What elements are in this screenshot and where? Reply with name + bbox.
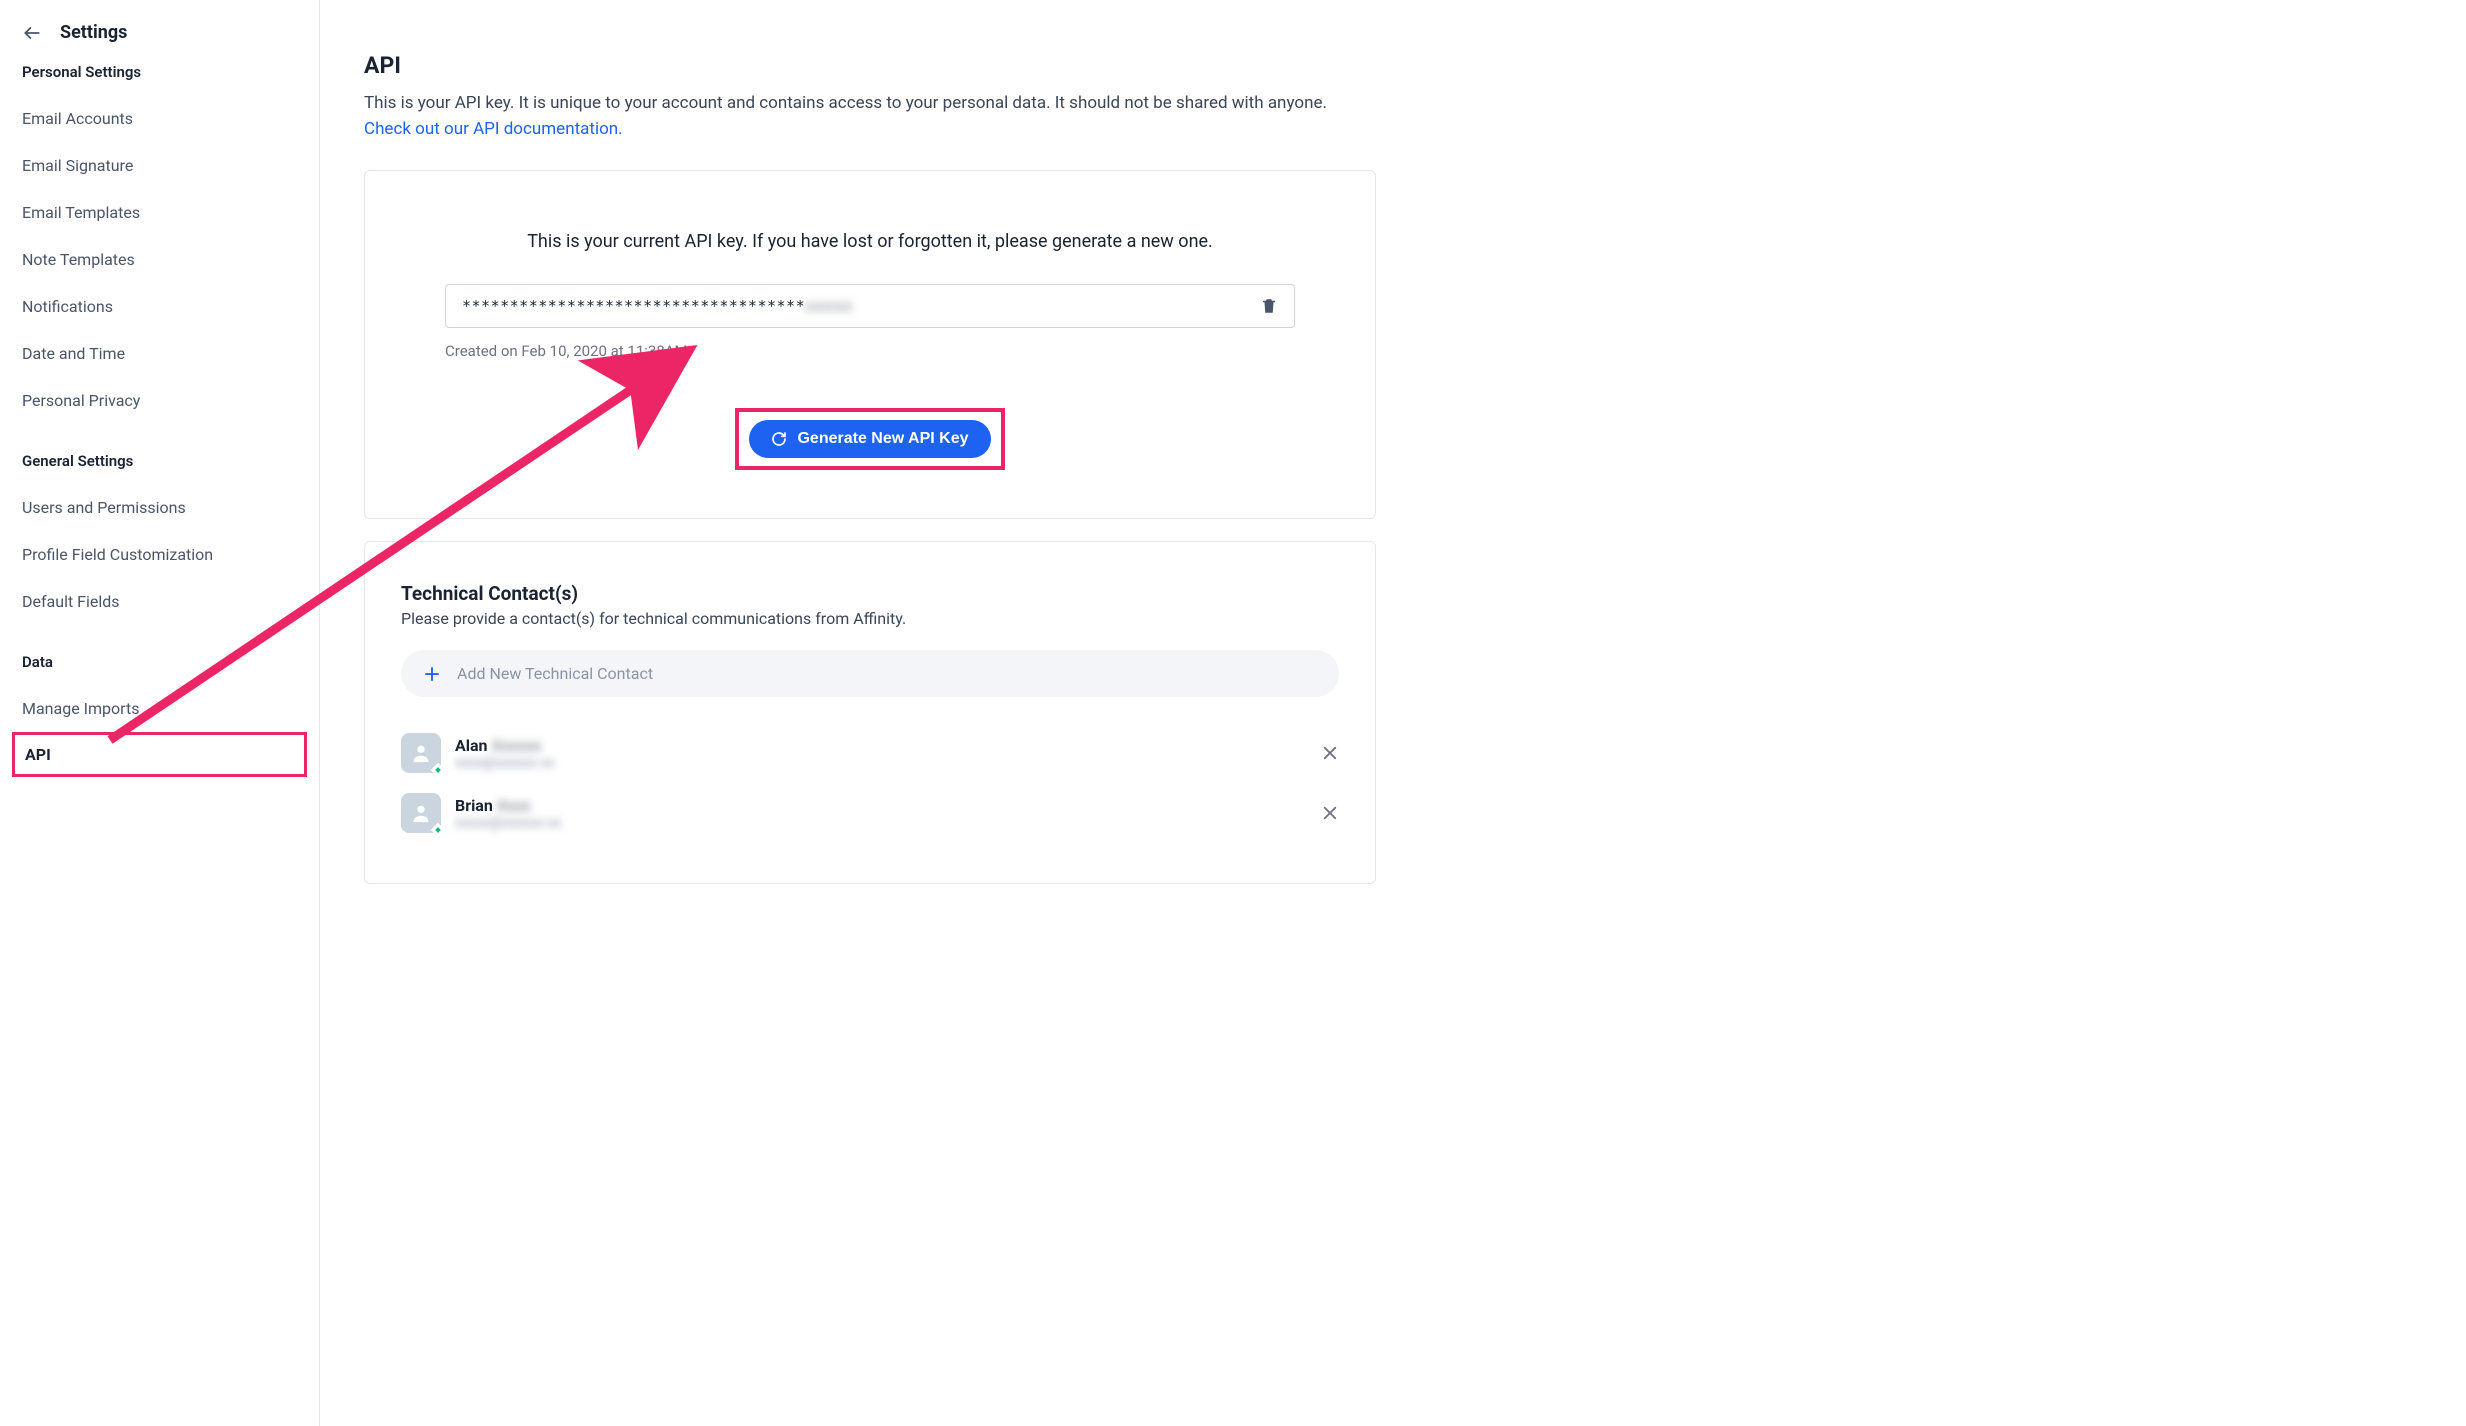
technical-contacts-card: Technical Contact(s) Please provide a co… [364,541,1376,884]
contacts-description: Please provide a contact(s) for technica… [401,609,1339,628]
api-key-prompt: This is your current API key. If you hav… [445,231,1295,252]
sidebar-item-date-time[interactable]: Date and Time [0,330,319,377]
sidebar-item-users-permissions[interactable]: Users and Permissions [0,484,319,531]
sidebar-item-manage-imports[interactable]: Manage Imports [0,685,319,732]
api-key-created-on: Created on Feb 10, 2020 at 11:38AM [445,342,1295,360]
back-arrow-icon[interactable] [22,23,42,43]
avatar [401,733,441,773]
sidebar-item-personal-privacy[interactable]: Personal Privacy [0,377,319,424]
person-icon [410,742,432,764]
sidebar-header: Settings [0,22,319,63]
highlight-annotation-sidebar: API [12,732,307,777]
description-text: This is your API key. It is unique to yo… [364,93,1327,113]
add-technical-contact-button[interactable]: Add New Technical Contact [401,650,1339,697]
sidebar: Settings Personal Settings Email Account… [0,0,320,1426]
page-title: API [364,52,1376,79]
contact-email: xxxx@xxxxxx.xx [455,755,1307,771]
generate-api-key-button[interactable]: Generate New API Key [749,420,990,458]
sidebar-title: Settings [60,22,127,43]
contact-name: Alan Xxxxxx [455,736,1307,755]
sidebar-section-data: Data [0,653,319,671]
contact-info: Alan Xxxxxx xxxx@xxxxxx.xx [455,736,1307,771]
status-indicator-icon [431,763,445,777]
trash-icon[interactable] [1260,297,1278,315]
plus-icon [423,665,441,683]
sidebar-item-note-templates[interactable]: Note Templates [0,236,319,283]
close-icon[interactable] [1321,744,1339,762]
api-documentation-link[interactable]: Check out our API documentation. [364,119,623,139]
contact-info: Brian Xxxx xxxxx@xxxxxx.xx [455,796,1307,831]
sidebar-section-general: General Settings [0,452,319,470]
sidebar-section-personal: Personal Settings [0,63,319,81]
person-icon [410,802,432,824]
contacts-title: Technical Contact(s) [401,582,1339,605]
contact-name: Brian Xxxx [455,796,1307,815]
contact-row: Brian Xxxx xxxxx@xxxxxx.xx [401,783,1339,843]
api-key-tail-blurred: xxxxx [805,297,853,315]
main-content: API This is your API key. It is unique t… [320,0,1420,1426]
refresh-icon [771,431,787,447]
api-key-card: This is your current API key. If you hav… [364,170,1376,519]
sidebar-item-email-templates[interactable]: Email Templates [0,189,319,236]
api-key-masked: ************************************ [462,297,805,315]
contact-email: xxxxx@xxxxxx.xx [455,815,1307,831]
sidebar-item-profile-field-customization[interactable]: Profile Field Customization [0,531,319,578]
close-icon[interactable] [1321,804,1339,822]
api-key-value: ************************************xxxx… [462,297,1260,315]
sidebar-item-email-accounts[interactable]: Email Accounts [0,95,319,142]
avatar [401,793,441,833]
api-key-field: ************************************xxxx… [445,284,1295,328]
sidebar-item-email-signature[interactable]: Email Signature [0,142,319,189]
add-contact-label: Add New Technical Contact [457,664,653,683]
contact-row: Alan Xxxxxx xxxx@xxxxxx.xx [401,723,1339,783]
generate-button-label: Generate New API Key [797,430,968,448]
page-description: This is your API key. It is unique to yo… [364,91,1376,142]
highlight-annotation-button: Generate New API Key [735,408,1004,470]
sidebar-item-notifications[interactable]: Notifications [0,283,319,330]
status-indicator-icon [431,823,445,837]
sidebar-item-default-fields[interactable]: Default Fields [0,578,319,625]
sidebar-item-api[interactable]: API [25,745,294,764]
